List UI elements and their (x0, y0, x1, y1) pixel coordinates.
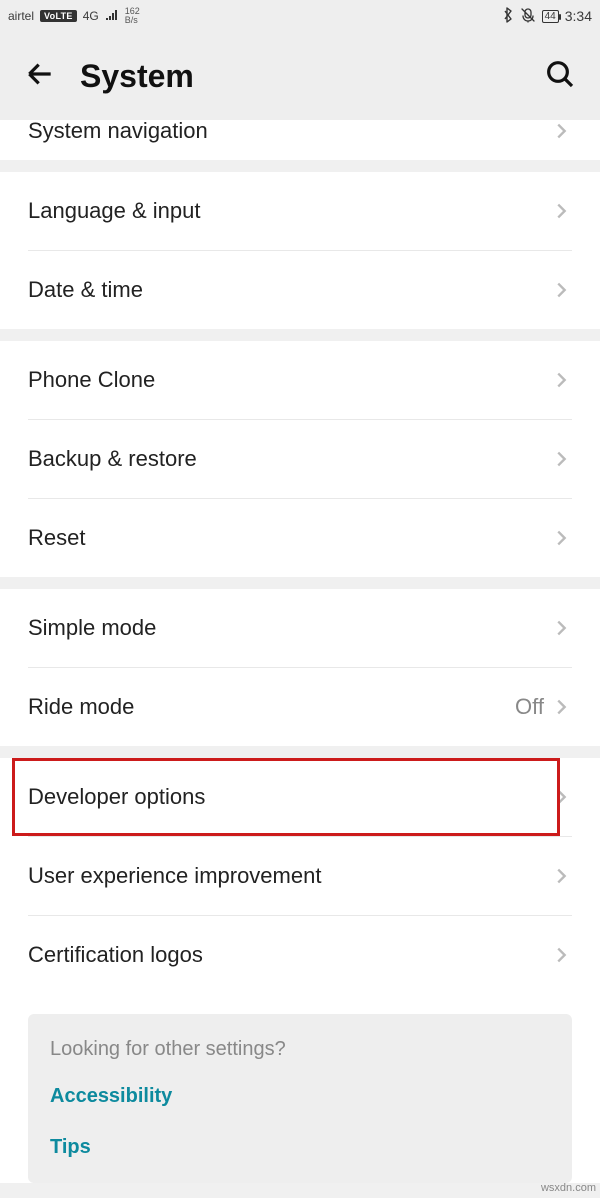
signal-icon (105, 9, 119, 24)
row-reset[interactable]: Reset (0, 499, 600, 577)
row-label: Certification logos (28, 942, 550, 968)
row-language-input[interactable]: Language & input (0, 172, 600, 250)
clock-label: 3:34 (565, 8, 592, 24)
watermark: wsxdn.com (541, 1182, 596, 1194)
row-label: Developer options (28, 784, 550, 810)
chevron-right-icon (550, 279, 572, 301)
row-backup-restore[interactable]: Backup & restore (0, 420, 600, 498)
content-scroll[interactable]: System navigation Language & input Date … (0, 120, 600, 1198)
row-label: Language & input (28, 198, 550, 224)
row-system-navigation[interactable]: System navigation (0, 120, 600, 160)
chevron-right-icon (550, 369, 572, 391)
chevron-right-icon (550, 865, 572, 887)
status-right: 44 3:34 (502, 7, 592, 26)
header-bar: System (0, 32, 600, 120)
row-ride-mode[interactable]: Ride mode Off (0, 668, 600, 746)
row-label: System navigation (28, 120, 550, 144)
row-date-time[interactable]: Date & time (0, 251, 600, 329)
status-bar: airtel VoLTE 4G 162 B/s 44 3:34 (0, 0, 600, 32)
chevron-right-icon (550, 617, 572, 639)
row-value: Off (515, 694, 544, 720)
bluetooth-icon (502, 7, 514, 26)
row-label: User experience improvement (28, 863, 550, 889)
help-link-tips[interactable]: Tips (50, 1136, 550, 1159)
row-certification-logos[interactable]: Certification logos (0, 916, 600, 994)
volte-badge: VoLTE (40, 10, 77, 22)
page-title: System (80, 58, 520, 95)
row-label: Date & time (28, 277, 550, 303)
status-left: airtel VoLTE 4G 162 B/s (8, 7, 140, 25)
help-link-accessibility[interactable]: Accessibility (50, 1085, 550, 1108)
row-label: Phone Clone (28, 367, 550, 393)
row-developer-options[interactable]: Developer options (0, 758, 600, 836)
chevron-right-icon (550, 448, 572, 470)
data-rate: 162 B/s (125, 7, 140, 25)
chevron-right-icon (550, 120, 572, 142)
row-label: Ride mode (28, 694, 515, 720)
battery-indicator: 44 (542, 10, 559, 23)
chevron-right-icon (550, 200, 572, 222)
row-label: Backup & restore (28, 446, 550, 472)
row-label: Reset (28, 525, 550, 551)
chevron-right-icon (550, 527, 572, 549)
chevron-right-icon (550, 696, 572, 718)
mute-icon (520, 7, 536, 26)
help-card: Looking for other settings? Accessibilit… (28, 1014, 572, 1183)
chevron-right-icon (550, 944, 572, 966)
row-simple-mode[interactable]: Simple mode (0, 589, 600, 667)
network-gen-label: 4G (83, 9, 99, 23)
carrier-label: airtel (8, 9, 34, 23)
row-user-experience[interactable]: User experience improvement (0, 837, 600, 915)
chevron-right-icon (550, 786, 572, 808)
search-button[interactable] (544, 58, 576, 95)
help-question: Looking for other settings? (50, 1038, 550, 1061)
row-label: Simple mode (28, 615, 550, 641)
back-button[interactable] (24, 58, 56, 95)
row-phone-clone[interactable]: Phone Clone (0, 341, 600, 419)
